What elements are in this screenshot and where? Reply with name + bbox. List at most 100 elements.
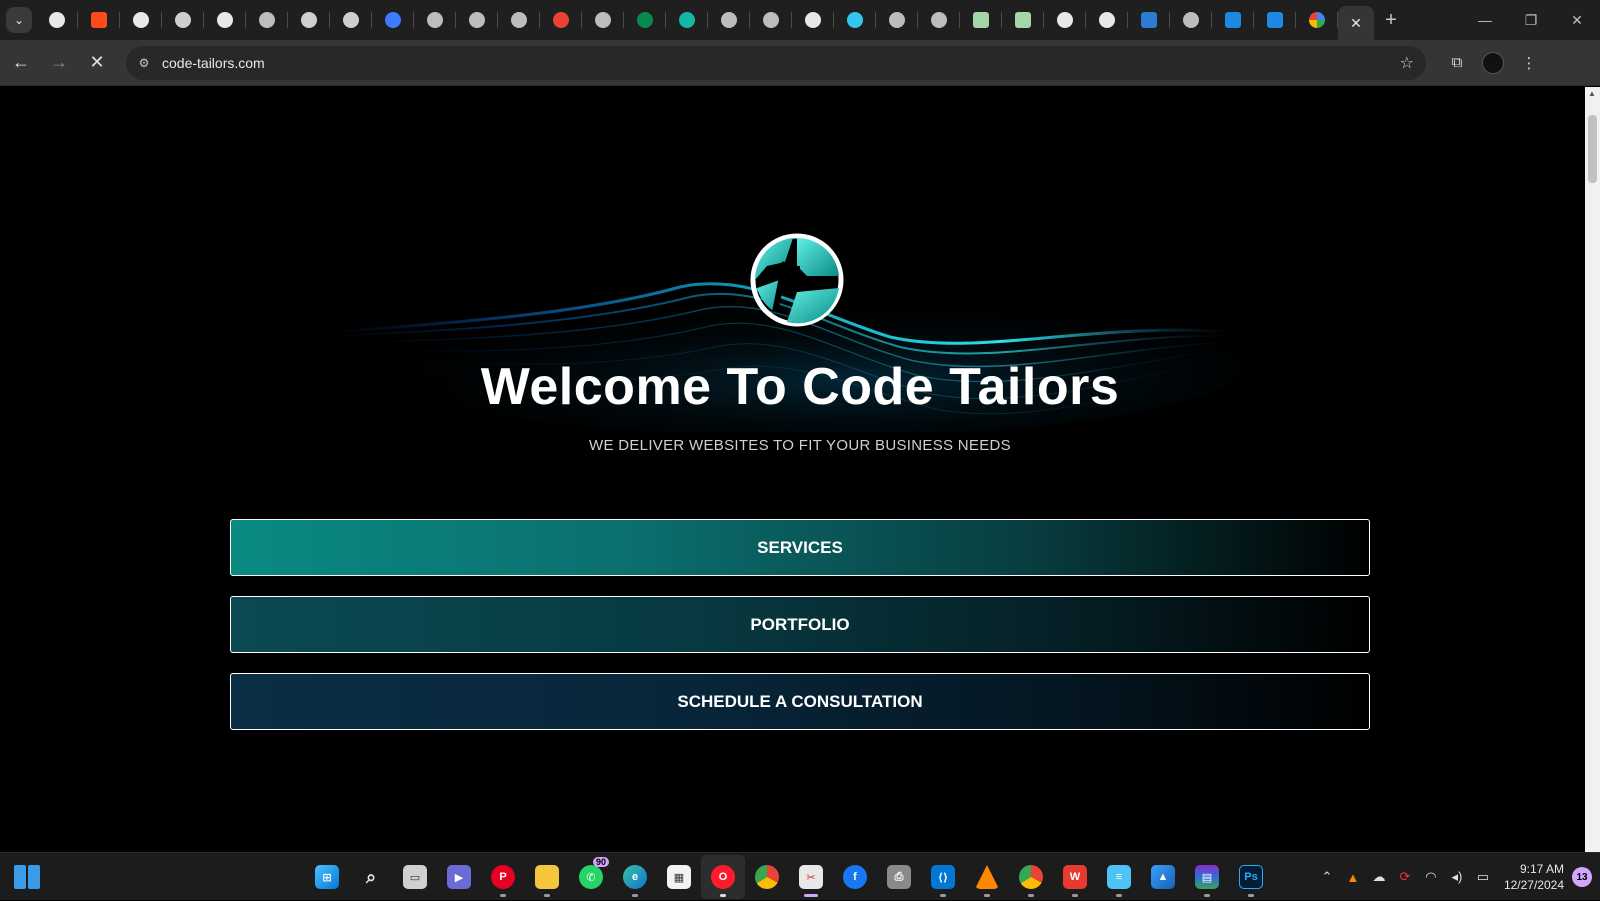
minimize-button[interactable]: — xyxy=(1462,0,1508,40)
opera-icon[interactable]: O xyxy=(701,855,745,899)
search-icon[interactable]: ⌕ xyxy=(349,855,393,899)
image-icon xyxy=(1015,12,1031,28)
web-icon xyxy=(469,12,485,28)
active-tab[interactable]: ✕ xyxy=(1338,6,1374,40)
code-tailors-logo xyxy=(750,233,844,327)
ms-store-icon[interactable]: ▦ xyxy=(657,855,701,899)
browser-tab[interactable] xyxy=(1086,0,1128,40)
volume-icon[interactable]: ◂) xyxy=(1444,869,1470,885)
forward-button[interactable]: → xyxy=(42,46,76,80)
browser-tab[interactable] xyxy=(876,0,918,40)
page-scrollbar[interactable]: ▲ xyxy=(1585,87,1600,852)
browser-tab-strip: ⌄ ✕ + — ❐ ✕ xyxy=(0,0,1600,40)
whatsapp-icon[interactable]: ✆ 90 xyxy=(569,855,613,899)
browser-tab[interactable] xyxy=(624,0,666,40)
clock[interactable]: 9:17 AM 12/27/2024 xyxy=(1504,861,1564,893)
vscode-icon[interactable]: ⟨⟩ xyxy=(921,855,965,899)
leaf-icon xyxy=(637,12,653,28)
browser-tab[interactable] xyxy=(1254,0,1296,40)
services-button[interactable]: SERVICES xyxy=(230,519,1370,576)
wifi-icon[interactable]: ◠ xyxy=(1418,869,1444,885)
browser-tab[interactable] xyxy=(456,0,498,40)
snipping-tool-icon[interactable]: ✂ xyxy=(789,855,833,899)
doc-icon xyxy=(1267,12,1283,28)
pinterest-icon[interactable]: P xyxy=(481,855,525,899)
browser-tab[interactable] xyxy=(666,0,708,40)
browser-tab[interactable] xyxy=(36,0,78,40)
file-explorer-icon[interactable] xyxy=(525,855,569,899)
extensions-icon[interactable]: ⧉ xyxy=(1440,46,1474,80)
tab-search-button[interactable]: ⌄ xyxy=(6,7,32,33)
browser-tab[interactable] xyxy=(540,0,582,40)
browser-tab[interactable] xyxy=(246,0,288,40)
chrome-icon xyxy=(1099,12,1115,28)
web-icon xyxy=(427,12,443,28)
scroll-up-arrow-icon[interactable]: ▲ xyxy=(1588,89,1596,98)
browser-tab[interactable] xyxy=(834,0,876,40)
teams-meet-icon[interactable]: ▶ xyxy=(437,855,481,899)
browser-tab[interactable] xyxy=(204,0,246,40)
site-info-icon[interactable]: ⚙ xyxy=(132,51,156,75)
back-button[interactable]: ← xyxy=(4,46,38,80)
show-hidden-icons-chevron-icon[interactable]: ⌃ xyxy=(1314,869,1340,885)
profile-avatar[interactable] xyxy=(1482,51,1504,74)
browser-tab[interactable] xyxy=(918,0,960,40)
browser-tab[interactable] xyxy=(1296,0,1338,40)
vlc-tray-icon[interactable]: ▲ xyxy=(1340,870,1366,885)
vlc-icon[interactable] xyxy=(965,855,1009,899)
edge-icon[interactable]: e xyxy=(613,855,657,899)
notepad-icon[interactable]: ≡ xyxy=(1097,855,1141,899)
slack-icon xyxy=(847,12,863,28)
web-icon xyxy=(889,12,905,28)
browser-tab[interactable] xyxy=(372,0,414,40)
chrome-profile-icon[interactable] xyxy=(1009,855,1053,899)
facebook-icon[interactable]: f xyxy=(833,855,877,899)
battery-icon[interactable]: ▭ xyxy=(1470,869,1496,885)
windows-taskbar: ⊞ ⌕ ▭ ▶ P ✆ 90 e ▦ O ✂ f ⎙ ⟨⟩ W ≡ ▲ ▤ Ps … xyxy=(0,852,1600,900)
browser-tab[interactable] xyxy=(414,0,456,40)
browser-tab[interactable] xyxy=(1128,0,1170,40)
photos-icon[interactable]: ▲ xyxy=(1141,855,1185,899)
widgets-icon[interactable] xyxy=(14,865,40,889)
browser-tab[interactable] xyxy=(960,0,1002,40)
printer-icon[interactable]: ⎙ xyxy=(877,855,921,899)
notification-count-badge[interactable]: 13 xyxy=(1572,867,1592,887)
browser-tab[interactable] xyxy=(1170,0,1212,40)
schedule-consultation-button[interactable]: SCHEDULE A CONSULTATION xyxy=(230,673,1370,730)
menu-kebab-icon[interactable]: ⋮ xyxy=(1512,46,1546,80)
browser-tab[interactable] xyxy=(750,0,792,40)
onedrive-icon[interactable]: ☁ xyxy=(1366,869,1392,885)
stop-loading-button[interactable]: ✕ xyxy=(80,46,114,80)
browser-tab[interactable] xyxy=(288,0,330,40)
portfolio-button[interactable]: PORTFOLIO xyxy=(230,596,1370,653)
browser-tab[interactable] xyxy=(792,0,834,40)
photoshop-icon[interactable]: Ps xyxy=(1229,855,1273,899)
bookmark-star-icon[interactable]: ☆ xyxy=(1400,53,1414,73)
browser-tab[interactable] xyxy=(78,0,120,40)
task-view-icon[interactable]: ▭ xyxy=(393,855,437,899)
browser-tab[interactable] xyxy=(498,0,540,40)
close-window-button[interactable]: ✕ xyxy=(1554,0,1600,40)
web-icon xyxy=(595,12,611,28)
wps-office-icon[interactable]: W xyxy=(1053,855,1097,899)
winrar-icon[interactable]: ▤ xyxy=(1185,855,1229,899)
browser-tab[interactable] xyxy=(1044,0,1086,40)
scroll-thumb[interactable] xyxy=(1588,115,1597,183)
clock-date: 12/27/2024 xyxy=(1503,878,1564,892)
browser-tab[interactable] xyxy=(708,0,750,40)
browser-tab[interactable] xyxy=(582,0,624,40)
start-menu-icon[interactable]: ⊞ xyxy=(305,855,349,899)
github-icon xyxy=(805,12,821,28)
new-tab-button[interactable]: + xyxy=(1374,9,1408,32)
chrome-icon[interactable] xyxy=(745,855,789,899)
sync-icon[interactable]: ⟳ xyxy=(1392,869,1418,885)
browser-tab[interactable] xyxy=(162,0,204,40)
browser-tab[interactable] xyxy=(120,0,162,40)
url-text[interactable]: code-tailors.com xyxy=(162,55,1400,71)
tab-close-icon[interactable]: ✕ xyxy=(1350,15,1362,32)
browser-tab[interactable] xyxy=(1002,0,1044,40)
browser-tab[interactable] xyxy=(330,0,372,40)
browser-tab[interactable] xyxy=(1212,0,1254,40)
address-bar[interactable]: ⚙ code-tailors.com ☆ xyxy=(126,45,1426,80)
restore-button[interactable]: ❐ xyxy=(1508,0,1554,40)
